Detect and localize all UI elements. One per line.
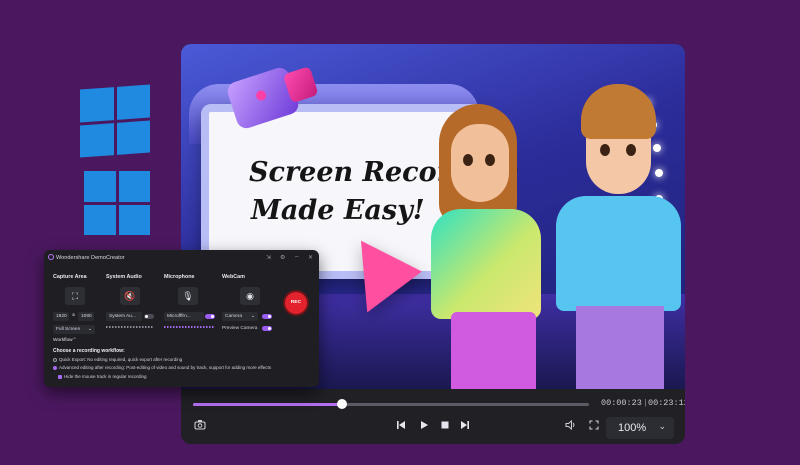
capture-area-label: Capture Area bbox=[53, 274, 87, 280]
capture-area-icon[interactable]: ⛶ bbox=[65, 287, 85, 305]
radio-icon bbox=[53, 357, 57, 362]
option-label: Quick Export: No editing required, quick… bbox=[59, 357, 183, 362]
chevron-down-icon: ⌄ bbox=[250, 314, 255, 319]
chevron-up-icon: ⌃ bbox=[72, 338, 77, 343]
man-character bbox=[556, 84, 681, 389]
windows-logo-icon bbox=[80, 84, 150, 158]
record-button[interactable]: REC bbox=[285, 292, 307, 314]
volume-icon[interactable] bbox=[564, 419, 578, 434]
fullscreen-icon[interactable] bbox=[588, 420, 600, 434]
windows-logo-icon bbox=[84, 171, 150, 235]
webcam-toggle[interactable] bbox=[262, 314, 272, 319]
webcam-device: Camera bbox=[225, 314, 243, 319]
zoom-value: 100% bbox=[618, 422, 647, 434]
progress-bar[interactable] bbox=[193, 399, 589, 409]
webcam-label: WebCam bbox=[222, 274, 245, 280]
system-audio-select[interactable]: System Au... bbox=[106, 312, 142, 321]
minimize-icon[interactable]: – bbox=[295, 254, 298, 260]
microphone-device: Microfffrn... bbox=[167, 314, 191, 319]
skip-back-icon[interactable] bbox=[395, 420, 407, 434]
hide-mouse-track-checkbox[interactable]: Hide the mouse track in regular recordin… bbox=[58, 374, 147, 379]
skip-forward-icon[interactable] bbox=[459, 420, 471, 434]
height-input[interactable]: 1080 bbox=[78, 312, 94, 321]
checkbox-icon bbox=[58, 374, 62, 379]
workflow-option-quick[interactable]: Quick Export: No editing required, quick… bbox=[53, 357, 182, 362]
microphone-select[interactable]: Microfffrn... bbox=[164, 312, 204, 321]
option-label: Advanced editing after recording: Post-e… bbox=[59, 365, 272, 370]
democreator-window: Wondershare DemoCreator ⇲ ⚙ – ✕ Capture … bbox=[44, 250, 319, 387]
chevron-down-icon: ⌄ bbox=[87, 327, 92, 332]
width-input[interactable]: 1920 bbox=[53, 312, 69, 321]
camera-icon[interactable] bbox=[193, 419, 207, 434]
microphone-meter bbox=[164, 326, 214, 328]
workflow-toggle[interactable]: Workflow⌃ bbox=[53, 338, 77, 343]
current-time: 00:00:23 bbox=[601, 398, 642, 408]
settings-icon[interactable]: ⚙ bbox=[280, 254, 285, 261]
preview-camera-label: Preview Camera bbox=[222, 326, 258, 331]
stop-icon[interactable] bbox=[439, 420, 451, 434]
workflow-heading: Choose a recording workflow: bbox=[53, 348, 125, 354]
area-mode-value: Full Screen bbox=[56, 327, 81, 332]
system-audio-label: System Audio bbox=[106, 274, 142, 280]
webcam-select[interactable]: Camera ⌄ bbox=[222, 312, 258, 321]
preview-camera-toggle[interactable] bbox=[262, 326, 272, 331]
workflow-option-advanced[interactable]: Advanced editing after recording: Post-e… bbox=[53, 365, 271, 370]
system-audio-device: System Au... bbox=[109, 314, 136, 319]
progress-fill bbox=[193, 403, 342, 406]
close-icon[interactable]: ✕ bbox=[308, 254, 313, 261]
speaker-muted-icon[interactable]: 🔇 bbox=[120, 287, 140, 305]
democreator-logo-icon bbox=[48, 254, 54, 260]
workflow-label: Workflow bbox=[53, 338, 73, 343]
area-mode-select[interactable]: Full Screen ⌄ bbox=[53, 325, 95, 334]
microphone-toggle[interactable] bbox=[205, 314, 215, 319]
play-icon[interactable] bbox=[418, 420, 430, 434]
play-3d-icon bbox=[360, 235, 426, 313]
system-audio-meter bbox=[106, 326, 154, 328]
progress-handle[interactable] bbox=[336, 399, 347, 409]
option-label: Hide the mouse track in regular recordin… bbox=[64, 374, 147, 379]
microphone-label: Microphone bbox=[164, 274, 195, 280]
window-title: Wondershare DemoCreator bbox=[56, 255, 125, 261]
player-controls: 00:00:23 | 00:23:12 100% ⌄ bbox=[181, 389, 685, 444]
radio-selected-icon bbox=[53, 365, 57, 370]
dimension-separator: & bbox=[72, 313, 76, 318]
zoom-select[interactable]: 100% ⌄ bbox=[606, 417, 674, 439]
microphone-icon[interactable]: 🎙 bbox=[178, 287, 198, 305]
expand-icon[interactable]: ⇲ bbox=[266, 254, 271, 261]
total-time: 00:23:12 bbox=[648, 398, 685, 408]
chevron-down-icon: ⌄ bbox=[658, 421, 666, 431]
webcam-icon[interactable]: ◉ bbox=[240, 287, 260, 305]
system-audio-toggle[interactable] bbox=[144, 314, 154, 319]
woman-character bbox=[421, 104, 561, 389]
